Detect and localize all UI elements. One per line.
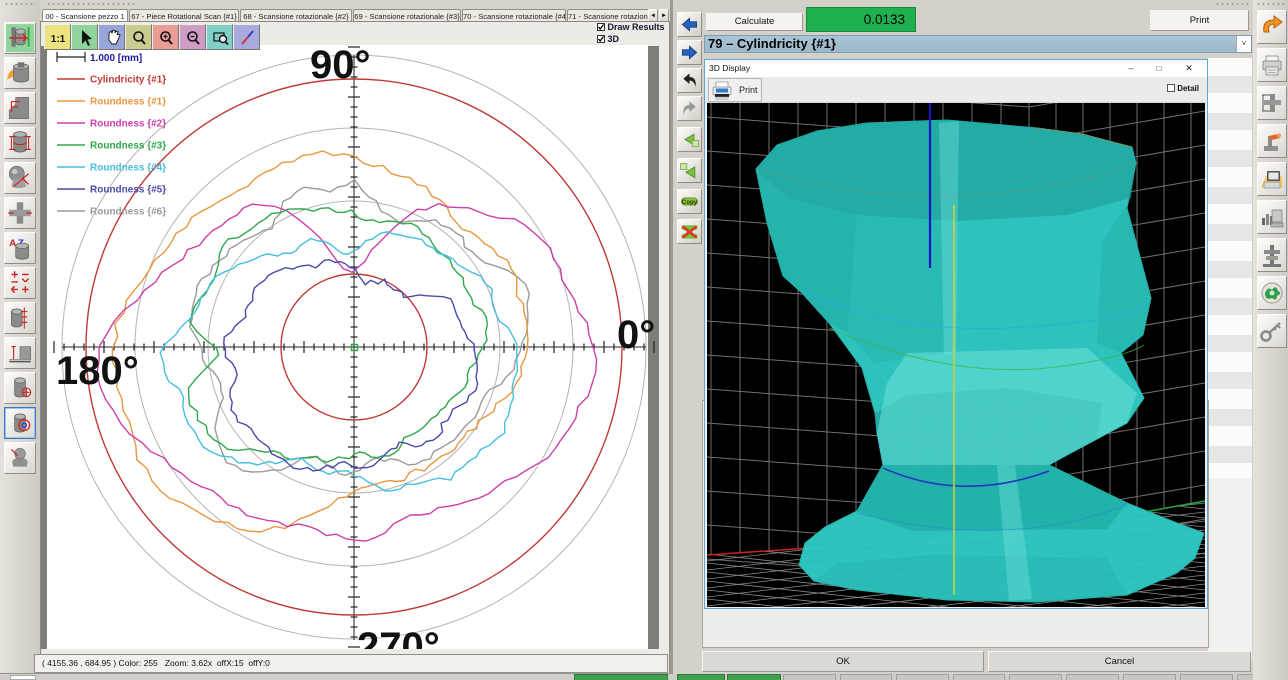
svg-text:Roundness {#6}: Roundness {#6}: [90, 207, 166, 218]
svg-text:Roundness {#5}: Roundness {#5}: [90, 185, 166, 196]
svg-text:Copy: Copy: [682, 199, 698, 206]
svg-text:Roundness {#1}: Roundness {#1}: [90, 97, 166, 108]
svg-text:1.000 [mm]: 1.000 [mm]: [90, 53, 142, 64]
svg-text:Cylindricity {#1}: Cylindricity {#1}: [90, 75, 166, 86]
svg-text:180°: 180°: [56, 349, 139, 393]
svg-text:Roundness {#3}: Roundness {#3}: [90, 141, 166, 152]
svg-text:1:1: 1:1: [51, 34, 66, 45]
svg-text:270°: 270°: [357, 625, 440, 649]
svg-text:Roundness {#4}: Roundness {#4}: [90, 163, 166, 174]
svg-text:0°: 0°: [617, 313, 655, 357]
svg-text:90°: 90°: [310, 43, 371, 87]
svg-text:Roundness {#2}: Roundness {#2}: [90, 119, 166, 130]
